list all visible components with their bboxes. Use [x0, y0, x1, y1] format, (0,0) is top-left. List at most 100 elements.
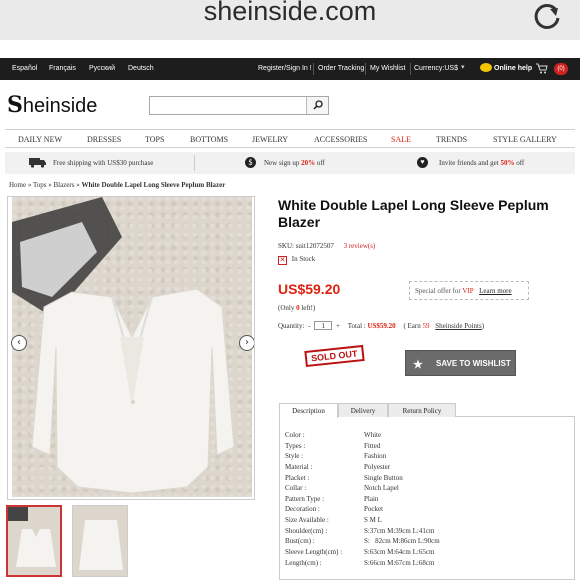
heart-icon: ♥ — [417, 157, 428, 168]
spec-key: Pattern Type : — [285, 495, 325, 503]
tab-delivery[interactable]: Delivery — [338, 403, 388, 417]
prev-arrow-icon[interactable]: ‹ — [11, 335, 27, 351]
lang-espanol[interactable]: Español — [12, 65, 37, 72]
product-gallery: ‹ › — [7, 196, 255, 500]
spec-key: Sleeve Length(cm) : — [285, 548, 343, 556]
breadcrumb-tops[interactable]: Tops — [33, 181, 47, 189]
logo-text: heinside — [22, 95, 98, 117]
divider — [365, 63, 366, 75]
nav-trends[interactable]: TRENDS — [436, 135, 467, 144]
cart-icon[interactable] — [536, 63, 548, 74]
only-left-post: left!) — [299, 304, 316, 312]
search-icon — [313, 100, 323, 110]
product-price: US$59.20 — [278, 281, 341, 297]
order-tracking-link[interactable]: Order Tracking — [318, 65, 364, 72]
promo-bar: Free shipping with US$30 purchase $ New … — [5, 152, 575, 174]
learn-more-link[interactable]: Learn more — [479, 287, 511, 295]
tab-description[interactable]: Description — [279, 403, 338, 418]
tab-return-policy[interactable]: Return Policy — [388, 403, 456, 417]
next-arrow-icon[interactable]: › — [239, 335, 254, 351]
lang-deutsch[interactable]: Deutsch — [128, 65, 154, 72]
search-box — [149, 96, 329, 115]
spec-value: Notch Lapel — [364, 484, 399, 492]
invite-offer[interactable]: Invite friends and get 50% off — [439, 159, 524, 167]
nav-jewelry[interactable]: JEWELRY — [252, 135, 288, 144]
sku-label: SKU: — [278, 242, 294, 250]
breadcrumb: Home » Tops » Blazers » White Double Lap… — [9, 181, 225, 189]
sku-value: suit12072507 — [295, 242, 334, 250]
quantity-label: Quantity: — [278, 322, 305, 330]
spec-key: Size Available : — [285, 516, 329, 524]
quantity-input[interactable]: 1 — [314, 321, 333, 330]
nav-accessories[interactable]: ACCESSORIES — [314, 135, 367, 144]
thumbnail-1[interactable] — [6, 505, 62, 577]
breadcrumb-separator: » — [26, 181, 33, 189]
signup-off: off — [315, 159, 325, 167]
nav-bottoms[interactable]: BOTTOMS — [190, 135, 228, 144]
spec-key: Style : — [285, 452, 304, 460]
blazer-thumbnail — [8, 507, 56, 567]
lang-russian[interactable]: Русский — [89, 65, 115, 72]
spec-key: Bust(cm) : — [285, 537, 315, 545]
divider — [410, 63, 411, 75]
quantity-decrease-button[interactable]: - — [308, 322, 310, 330]
browser-url-bar[interactable]: sheinside.com — [0, 0, 580, 40]
nav-daily-new[interactable]: DAILY NEW — [18, 135, 62, 144]
register-link[interactable]: Register/Sign In ! — [258, 65, 312, 72]
currency-select[interactable]: Currency:US$ — [414, 65, 458, 72]
vip-label: VIP — [462, 287, 474, 295]
breadcrumb-current: White Double Lapel Long Sleeve Peplum Bl… — [81, 181, 226, 189]
thumbnail-2[interactable] — [72, 505, 128, 577]
wishlist-link[interactable]: My Wishlist — [370, 65, 405, 72]
nav-dresses[interactable]: DRESSES — [87, 135, 121, 144]
logo-mark: S — [7, 92, 23, 118]
online-help-link[interactable]: Online help — [494, 65, 532, 72]
breadcrumb-home[interactable]: Home — [9, 181, 26, 189]
dollar-icon: $ — [245, 157, 256, 168]
reload-icon[interactable] — [532, 2, 562, 32]
spec-value: S M L — [364, 516, 382, 524]
quantity-increase-button[interactable]: + — [336, 322, 340, 330]
spec-value: Plain — [364, 495, 379, 503]
nav-style-gallery[interactable]: STYLE GALLERY — [493, 135, 557, 144]
signup-text: New sign up — [264, 159, 302, 167]
nav-tops[interactable]: TOPS — [145, 135, 164, 144]
spec-key: Length(cm) : — [285, 559, 322, 567]
search-input[interactable] — [150, 97, 306, 114]
chevron-down-icon[interactable]: ▾ — [461, 63, 465, 71]
url-text[interactable]: sheinside.com — [0, 0, 580, 27]
reviews-link[interactable]: 3 review(s) — [344, 242, 376, 250]
only-left-pre: (Only — [278, 304, 297, 312]
divider — [313, 63, 314, 75]
save-to-wishlist-button[interactable]: ★ SAVE TO WISHLIST — [405, 350, 516, 376]
spec-value: Single Button — [364, 474, 403, 482]
spec-key: Collar : — [285, 484, 307, 492]
breadcrumb-separator: » — [74, 181, 82, 189]
spec-key: Material : — [285, 463, 313, 471]
special-offer-box: Special offer for VIP Learn more — [409, 281, 529, 300]
spec-value: Fitted — [364, 442, 381, 450]
lang-francais[interactable]: Français — [49, 65, 76, 72]
spec-key: Color : — [285, 431, 305, 439]
spec-value: S:37cm M:39cm L:41cm — [364, 527, 435, 535]
breadcrumb-blazers[interactable]: Blazers — [54, 181, 75, 189]
wishlist-button-label: SAVE TO WISHLIST — [436, 359, 511, 368]
truck-icon — [29, 158, 46, 168]
nav-sale[interactable]: SALE — [391, 135, 411, 144]
spec-value: S: 82cm M:86cm L:90cm — [364, 537, 440, 545]
breadcrumb-separator: » — [46, 181, 54, 189]
search-button[interactable] — [306, 97, 328, 114]
spec-value: S:66cm M:67cm L:68cm — [364, 559, 435, 567]
cart-count-badge[interactable]: (0) — [554, 63, 568, 75]
chat-bubble-icon — [480, 63, 492, 72]
quantity-row: Quantity: - 1 + Total : US$59.20 ( Earn … — [278, 321, 484, 330]
stock-left: (Only 0 left!) — [278, 304, 315, 312]
total-value: US$59.20 — [367, 322, 396, 330]
points-link[interactable]: Sheinside Points — [435, 322, 481, 330]
spec-value: Polyester — [364, 463, 391, 471]
product-photo[interactable] — [12, 197, 252, 497]
stock-text: In Stock — [291, 255, 316, 263]
product-tabs: Description Delivery Return Policy — [279, 403, 575, 418]
site-logo[interactable]: Sheinside — [7, 92, 97, 118]
signup-offer[interactable]: New sign up 20% off — [264, 159, 325, 167]
